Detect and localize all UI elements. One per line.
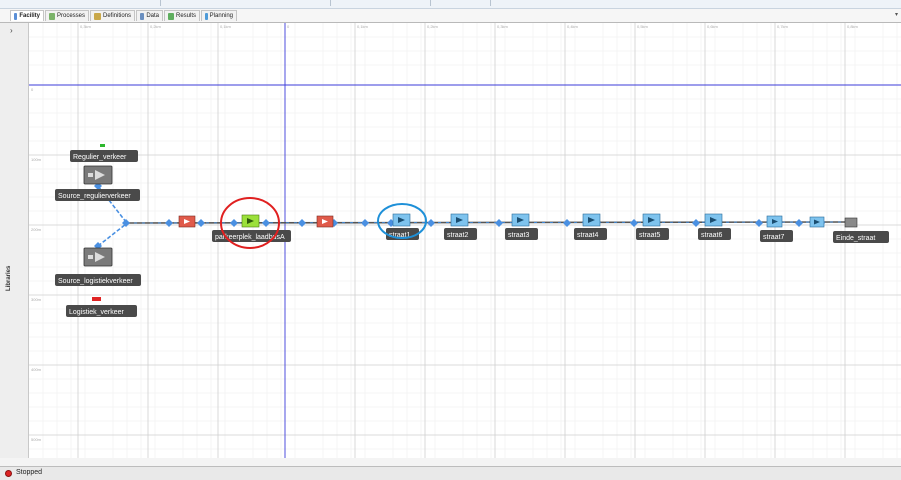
tab-menu-arrow-icon[interactable]: ▾ [895, 11, 898, 18]
processes-icon [49, 12, 55, 20]
tab-results[interactable]: Results [164, 10, 200, 21]
ruler-label: 0,4km [567, 24, 579, 29]
data-icon [140, 12, 145, 20]
straat3-label: straat3 [508, 232, 530, 239]
tab-planning[interactable]: Planning [201, 10, 237, 21]
ruler-label: 500m [31, 437, 42, 442]
ribbon-group [430, 0, 491, 6]
ruler-label: 0,3km [497, 24, 509, 29]
ribbon-group [160, 0, 331, 6]
source-logistiekverkeer-label: Source_logistiekverkeer [58, 278, 133, 285]
stopped-icon [5, 470, 12, 477]
planning-icon [205, 12, 208, 20]
ruler-label: 0,5km [637, 24, 649, 29]
ribbon-group [70, 0, 161, 6]
left-ruler: 0 100m 200m 300m 400m 500m [31, 87, 42, 442]
ruler-label: 0,1km [357, 24, 369, 29]
regulier-verkeer-entity[interactable]: Regulier_verkeer [70, 144, 138, 162]
ruler-label: 100m [31, 157, 42, 162]
results-icon [168, 12, 174, 20]
ruler-label: 0,3km [80, 24, 92, 29]
ruler-label: 300m [31, 297, 42, 302]
logistiek-verkeer-label: Logistiek_verkeer [69, 309, 125, 316]
entity-icon [100, 144, 105, 147]
tab-label: Processes [56, 13, 85, 19]
ribbon-group [330, 0, 431, 6]
straat5-server[interactable]: straat5 [636, 213, 669, 240]
tab-label: Facility [19, 13, 40, 19]
ruler-label: 0,2km [427, 24, 439, 29]
facility-canvas[interactable]: 0,3km 0,2km 0,1km 0 0,1km 0,2km 0,3km 0,… [29, 23, 901, 458]
expand-panel-icon[interactable]: › [10, 26, 13, 35]
tab-label: Planning [209, 13, 233, 19]
status-bar: Stopped [0, 466, 901, 480]
straat2-server[interactable]: straat2 [444, 213, 477, 240]
ruler-label: 200m [31, 227, 42, 232]
tab-definitions[interactable]: Definitions [90, 10, 135, 21]
red-server-2[interactable] [316, 215, 334, 228]
ribbon-strip [0, 0, 901, 9]
ruler-label: 0,2km [150, 24, 162, 29]
straat7-server[interactable]: straat7 [760, 215, 793, 242]
red-server-1[interactable] [178, 215, 196, 228]
logistiek-verkeer-entity[interactable]: Logistiek_verkeer [66, 297, 137, 317]
tab-facility[interactable]: Facility [10, 10, 44, 21]
sink-icon [844, 217, 858, 228]
regulier-verkeer-label: Regulier_verkeer [73, 154, 127, 161]
status-text: Stopped [16, 469, 43, 476]
definitions-icon [94, 12, 101, 20]
ruler-label: 0,7km [777, 24, 789, 29]
straat7-label: straat7 [763, 234, 785, 241]
straat5-label: straat5 [639, 232, 661, 239]
facility-icon [14, 12, 18, 20]
straat6-label: straat6 [701, 232, 723, 239]
tab-label: Results [175, 13, 196, 19]
straat4-label: straat4 [577, 232, 599, 239]
canvas-bottom-gap [0, 458, 901, 466]
libraries-label[interactable]: Libraries [6, 266, 12, 291]
ruler-label: 0,1km [220, 24, 232, 29]
tab-label: Data [146, 13, 159, 19]
ruler-label: 0 [31, 87, 34, 92]
view-tabs: Facility Processes Definitions Data Resu… [0, 9, 901, 23]
libraries-panel: › Libraries [0, 23, 29, 458]
tab-processes[interactable]: Processes [45, 10, 89, 21]
tab-label: Definitions [102, 13, 131, 19]
straat6-server[interactable]: straat6 [698, 213, 731, 240]
straat8-server[interactable] [809, 216, 825, 228]
ruler-label: 0 [287, 24, 290, 29]
ruler-label: 0,6km [707, 24, 719, 29]
straat2-label: straat2 [447, 232, 469, 239]
einde-straat-label: Einde_straat [836, 235, 875, 242]
facility-drawing[interactable]: 0,3km 0,2km 0,1km 0 0,1km 0,2km 0,3km 0,… [29, 23, 901, 458]
ruler-label: 400m [31, 367, 42, 372]
entity-icon [92, 297, 101, 301]
source-regulierverkeer-label: Source_regulierverkeer [58, 193, 131, 200]
tab-data[interactable]: Data [136, 10, 163, 21]
ruler-label: 0,8km [847, 24, 859, 29]
straat4-server[interactable]: straat4 [574, 213, 607, 240]
